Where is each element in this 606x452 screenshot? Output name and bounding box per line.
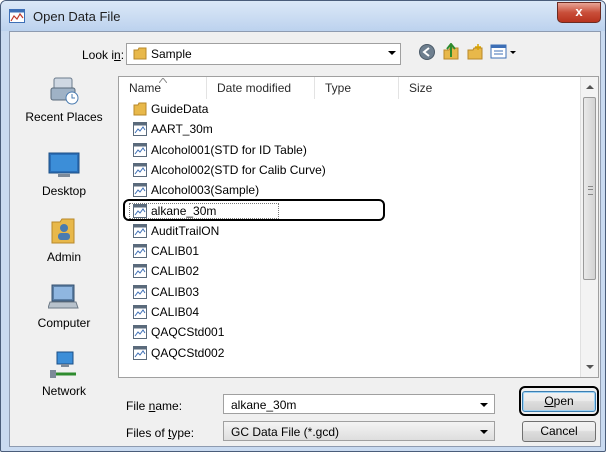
file-name-text: alkane_30m <box>151 204 217 218</box>
place-label: Computer <box>37 316 91 330</box>
column-header-size-label: Size <box>409 81 433 95</box>
list-item[interactable]: AART_30m <box>119 119 579 139</box>
list-item[interactable]: CALIB04 <box>119 302 579 322</box>
list-item[interactable]: QAQCStd002 <box>119 343 579 363</box>
place-label: Recent Places <box>25 110 103 124</box>
chevron-down-icon <box>480 430 488 434</box>
place-recent-places[interactable]: Recent Places <box>12 76 116 128</box>
list-item[interactable]: Alcohol002(STD for Calib Curve) <box>119 160 579 180</box>
file-name-text: AuditTrailON <box>151 224 220 238</box>
cancel-button-label: Cancel <box>540 424 578 438</box>
places-bar: Recent Places Desktop Admin Computer Network <box>12 76 116 436</box>
file-type-label: Files of type: <box>126 426 195 440</box>
data-file-icon <box>133 143 147 157</box>
data-file-icon <box>133 183 147 197</box>
data-file-icon <box>133 244 147 258</box>
column-header-name-label: Name <box>129 81 162 95</box>
file-name-text: QAQCStd002 <box>151 346 225 360</box>
place-label: Admin <box>46 250 81 264</box>
list-item[interactable]: QAQCStd001 <box>119 322 579 342</box>
network-icon <box>48 350 80 380</box>
column-header-type-label: Type <box>325 81 352 95</box>
data-file-icon <box>133 264 147 278</box>
chevron-down-icon <box>480 403 488 407</box>
title-bar[interactable]: Open Data File x <box>1 1 605 31</box>
file-name-text: GuideData <box>151 102 209 116</box>
data-file-icon <box>133 325 147 339</box>
file-list[interactable]: Name Date modified Type Size GuideData AA… <box>118 76 599 378</box>
file-name-text: QAQCStd001 <box>151 325 225 339</box>
admin-icon <box>48 216 80 246</box>
vertical-scrollbar[interactable] <box>580 77 598 377</box>
list-item-selected[interactable]: alkane_30m <box>119 199 579 221</box>
back-icon[interactable] <box>418 43 436 61</box>
list-item[interactable]: GuideData <box>119 99 579 119</box>
list-item[interactable]: AuditTrailON <box>119 221 579 241</box>
column-header-date[interactable]: Date modified <box>207 77 315 99</box>
file-name-text: Alcohol001(STD for ID Table) <box>151 143 307 157</box>
scroll-thumb[interactable] <box>583 97 596 280</box>
recent-places-icon <box>48 76 80 106</box>
data-file-icon <box>133 305 147 319</box>
desktop-icon <box>48 150 80 180</box>
computer-icon <box>47 282 80 312</box>
column-header-name[interactable]: Name <box>119 77 207 99</box>
place-admin[interactable]: Admin <box>12 216 116 268</box>
file-type-select[interactable]: GC Data File (*.gcd) <box>223 421 495 441</box>
data-file-icon <box>133 346 147 360</box>
list-item[interactable]: Alcohol003(Sample) <box>119 180 579 200</box>
place-network[interactable]: Network <box>12 350 116 402</box>
list-item[interactable]: CALIB01 <box>119 241 579 261</box>
column-header-type[interactable]: Type <box>315 77 399 99</box>
file-name-text: Alcohol003(Sample) <box>151 183 260 197</box>
file-name-value: alkane_30m <box>231 398 297 412</box>
views-menu-icon[interactable] <box>490 43 518 61</box>
place-computer[interactable]: Computer <box>12 282 116 334</box>
list-item[interactable]: CALIB03 <box>119 282 579 302</box>
close-button[interactable]: x <box>557 2 601 23</box>
data-file-icon <box>133 285 147 299</box>
file-name-text: Alcohol002(STD for Calib Curve) <box>151 163 326 177</box>
data-file-icon <box>133 224 147 238</box>
data-file-icon <box>133 122 147 136</box>
file-name-text: AART_30m <box>151 122 213 136</box>
file-name-label: File name: <box>126 399 183 413</box>
data-file-icon <box>133 204 147 218</box>
scroll-up-icon[interactable] <box>586 85 594 89</box>
window-title: Open Data File <box>33 9 121 24</box>
cancel-button[interactable]: Cancel <box>522 421 596 442</box>
new-folder-icon[interactable] <box>466 43 484 61</box>
look-in-value: Sample <box>151 47 192 61</box>
scroll-down-icon[interactable] <box>586 365 594 369</box>
file-name-input[interactable]: alkane_30m <box>223 394 495 414</box>
list-item[interactable]: CALIB02 <box>119 261 579 281</box>
file-type-value: GC Data File (*.gcd) <box>231 425 340 439</box>
grip-icon <box>588 186 593 195</box>
place-label: Network <box>41 384 86 398</box>
column-header-date-label: Date modified <box>217 81 292 95</box>
list-item[interactable]: Alcohol001(STD for ID Table) <box>119 140 579 160</box>
column-header-size[interactable]: Size <box>399 77 579 99</box>
dialog-body: Look in: Sample Recent PlacesDesktopAd <box>9 31 601 447</box>
open-button[interactable]: Open <box>522 391 596 412</box>
chevron-down-icon <box>388 51 396 55</box>
look-in-label: Look in: <box>82 48 125 62</box>
place-desktop[interactable]: Desktop <box>12 150 116 202</box>
folder-icon <box>133 47 147 60</box>
up-folder-icon[interactable] <box>442 43 460 61</box>
file-name-text: CALIB03 <box>151 285 200 299</box>
sort-up-icon <box>159 78 167 83</box>
app-icon <box>9 9 25 23</box>
close-icon: x <box>575 4 583 19</box>
folder-icon <box>133 102 147 116</box>
data-file-icon <box>133 163 147 177</box>
open-data-file-dialog: Open Data File x Look in: Sample Recent … <box>0 0 606 452</box>
look-in-combo[interactable]: Sample <box>126 43 401 65</box>
open-button-label: Open <box>544 394 574 408</box>
file-name-text: CALIB01 <box>151 244 200 258</box>
file-name-text: CALIB02 <box>151 264 200 278</box>
file-name-text: CALIB04 <box>151 305 200 319</box>
place-label: Desktop <box>41 184 87 198</box>
